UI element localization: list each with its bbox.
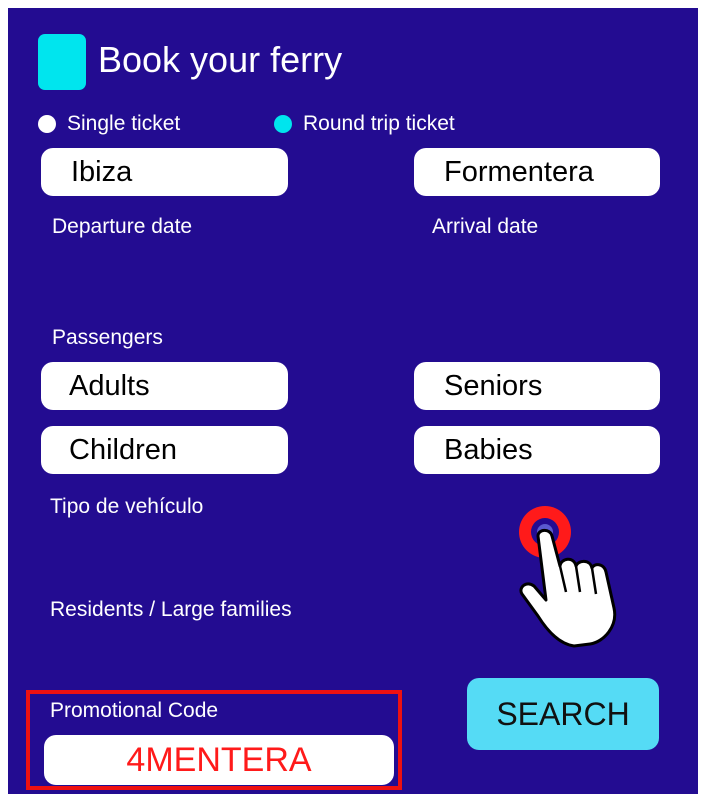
residents-label: Residents / Large families [50, 598, 292, 621]
departure-date-label: Departure date [52, 215, 193, 238]
promo-code-field[interactable]: 4MENTERA [44, 735, 394, 785]
babies-field[interactable]: Babies [414, 426, 660, 474]
ferry-logo-icon [38, 34, 86, 90]
children-field[interactable]: Children [41, 426, 288, 474]
radio-round-label: Round trip ticket [303, 112, 455, 135]
arrival-date-label: Arrival date [432, 215, 539, 238]
booking-panel: Book your ferry Single ticket Round trip… [8, 8, 698, 794]
adults-field[interactable]: Adults [41, 362, 288, 410]
radio-dot-icon[interactable] [38, 115, 56, 133]
radio-dot-selected-icon[interactable] [274, 115, 292, 133]
radio-single-ticket[interactable]: Single ticket [38, 112, 180, 136]
hand-pointer-icon [519, 506, 617, 648]
passengers-label: Passengers [52, 326, 163, 349]
vehicle-type-label: Tipo de vehículo [50, 495, 204, 518]
page-title: Book your ferry [98, 39, 343, 80]
radio-round-trip[interactable]: Round trip ticket [274, 112, 455, 136]
radio-single-label: Single ticket [67, 112, 181, 135]
seniors-field[interactable]: Seniors [414, 362, 660, 410]
origin-field[interactable]: Ibiza [41, 148, 288, 196]
search-button[interactable]: SEARCH [467, 678, 659, 750]
destination-field[interactable]: Formentera [414, 148, 660, 196]
promo-code-label: Promotional Code [50, 699, 219, 722]
